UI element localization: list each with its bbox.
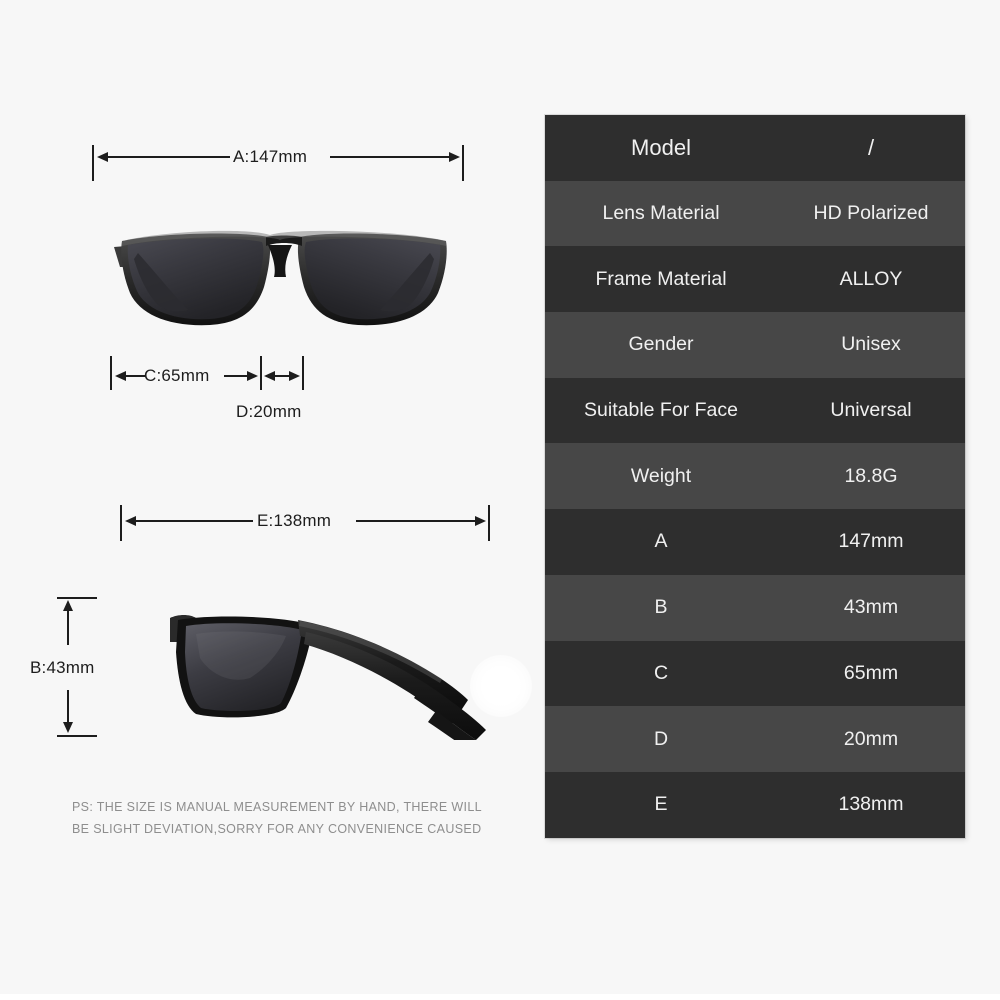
dimension-e-line-right: [356, 520, 482, 522]
table-row: Frame Material ALLOY: [545, 246, 965, 313]
table-row: C 65mm: [545, 640, 965, 707]
dimension-a-tick-right: [462, 145, 464, 181]
spec-key: A: [654, 530, 668, 553]
dimension-e-arrowhead-left: [125, 516, 136, 526]
page-bottom-edge: [0, 994, 1000, 1000]
table-row: Model /: [545, 115, 965, 181]
spec-value: 147mm: [838, 530, 904, 553]
spec-key: Gender: [628, 333, 694, 356]
dimension-c-tick-right: [260, 356, 262, 390]
dimension-c-arrowhead-left: [115, 371, 126, 381]
spec-value: 18.8G: [844, 464, 898, 487]
spec-key: Suitable For Face: [584, 399, 738, 422]
measurement-disclaimer-line-2: BE SLIGHT DEVIATION,SORRY FOR ANY CONVEN…: [72, 822, 482, 836]
dimension-a-arrowhead-left: [97, 152, 108, 162]
table-row: B 43mm: [545, 574, 965, 641]
dimension-d-tick-right: [302, 356, 304, 390]
dimension-c-tick-left: [110, 356, 112, 390]
dimension-d-label: D:20mm: [236, 402, 302, 421]
spec-value: Unisex: [841, 333, 901, 356]
spec-value: ALLOY: [839, 267, 903, 290]
spec-key: E: [654, 793, 668, 816]
dimension-a-tick-left: [92, 145, 94, 181]
specification-table: Model / Lens Material HD Polarized Frame…: [545, 115, 965, 838]
table-row: Suitable For Face Universal: [545, 377, 965, 444]
table-row: E 138mm: [545, 771, 965, 838]
dimension-a-line-left: [100, 156, 230, 158]
sunglasses-side-view-image: [170, 615, 486, 740]
dimension-e-tick-right: [488, 505, 490, 541]
dimension-b-arrowhead-top: [63, 600, 73, 611]
dimension-a-arrowhead-right: [449, 152, 460, 162]
table-row: A 147mm: [545, 509, 965, 575]
dimension-b-line-top: [67, 608, 69, 645]
dimension-b-line-bottom: [67, 690, 69, 725]
spec-key: Weight: [630, 464, 692, 487]
spec-key: Frame Material: [595, 267, 727, 290]
spec-value: 65mm: [843, 661, 899, 684]
table-row: Gender Unisex: [545, 312, 965, 378]
spec-key: C: [653, 661, 669, 684]
spec-key: Lens Material: [602, 202, 720, 225]
spec-value: 43mm: [843, 596, 899, 619]
measurement-disclaimer-line-1: PS: THE SIZE IS MANUAL MEASUREMENT BY HA…: [72, 800, 482, 814]
sunglasses-front-view-image: [114, 230, 447, 326]
spec-value: Universal: [830, 399, 912, 422]
lighting-glow-highlight: [470, 655, 532, 717]
dimension-b-tick-bottom: [57, 735, 97, 737]
spec-value: 138mm: [838, 793, 904, 816]
dimension-b-tick-top: [57, 597, 97, 599]
dimension-a-line-right: [330, 156, 456, 158]
spec-key: D: [653, 727, 669, 750]
dimension-e-line-left: [128, 520, 253, 522]
dimension-d-arrowhead-left: [264, 371, 275, 381]
spec-key: Model: [631, 134, 691, 160]
table-row: D 20mm: [545, 706, 965, 772]
table-row: Weight 18.8G: [545, 443, 965, 510]
dimension-c-label: C:65mm: [144, 366, 210, 385]
dimension-e-label: E:138mm: [257, 511, 332, 530]
spec-key: B: [654, 596, 668, 619]
spec-value: 20mm: [843, 727, 899, 750]
spec-value: /: [867, 134, 875, 160]
dimension-b-arrowhead-bottom: [63, 722, 73, 733]
product-spec-page: A:147mm C:65mm D:20mm E:138mm B:43mm PS:…: [0, 0, 1000, 1000]
dimension-a-label: A:147mm: [233, 147, 308, 166]
dimension-diagram-panel: A:147mm C:65mm D:20mm E:138mm B:43mm PS:…: [0, 0, 540, 1000]
spec-value: HD Polarized: [813, 202, 929, 225]
dimension-e-tick-left: [120, 505, 122, 541]
dimension-d-arrowhead-right: [289, 371, 300, 381]
table-row: Lens Material HD Polarized: [545, 180, 965, 247]
measurement-disclaimer: PS: THE SIZE IS MANUAL MEASUREMENT BY HA…: [72, 796, 502, 840]
dimension-c-arrowhead-right: [247, 371, 258, 381]
dimension-b-label: B:43mm: [30, 658, 95, 677]
dimension-e-arrowhead-right: [475, 516, 486, 526]
